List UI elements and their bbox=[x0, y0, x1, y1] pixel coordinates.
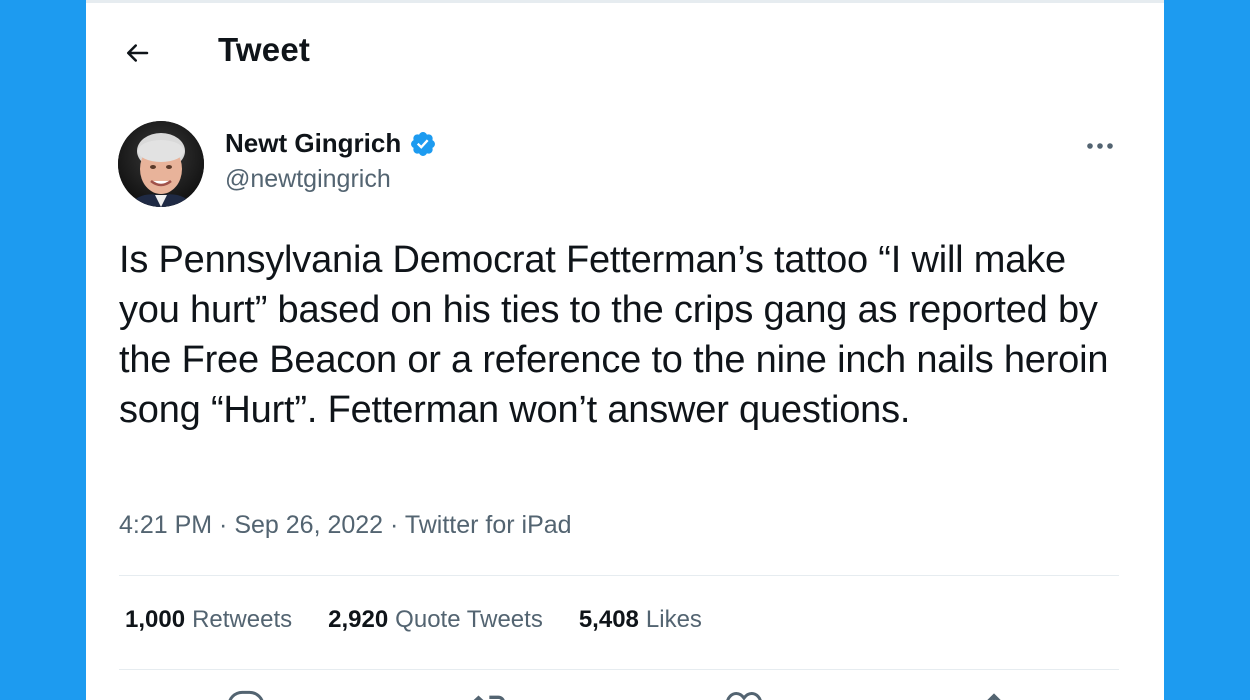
tweet-time[interactable]: 4:21 PM bbox=[119, 511, 212, 539]
tweet-date[interactable]: Sep 26, 2022 bbox=[234, 511, 383, 539]
divider bbox=[119, 575, 1119, 576]
more-options-button[interactable] bbox=[1080, 131, 1120, 161]
avatar-photo bbox=[118, 121, 204, 207]
arrow-left-icon bbox=[127, 44, 149, 62]
meta-separator: · bbox=[212, 511, 235, 539]
share-icon bbox=[987, 693, 1001, 700]
retweets-count: 1,000 bbox=[125, 606, 186, 633]
verified-badge-icon bbox=[411, 131, 436, 156]
tweet-stats: 1,000 Retweets 2,920 Quote Tweets 5,408 Lik… bbox=[125, 606, 702, 634]
quote-tweets-count: 2,920 bbox=[328, 606, 389, 633]
tweet-header: Tweet bbox=[86, 3, 1164, 103]
like-icon bbox=[726, 692, 762, 700]
retweet-button[interactable] bbox=[471, 689, 511, 700]
author-handle[interactable]: @newtgingrich bbox=[225, 165, 391, 194]
retweets-stat[interactable]: 1,000 Retweets bbox=[125, 606, 292, 634]
reply-button[interactable] bbox=[226, 689, 266, 700]
action-bar bbox=[86, 689, 1164, 700]
quote-tweets-stat[interactable]: 2,920 Quote Tweets bbox=[328, 606, 543, 634]
author-name[interactable]: Newt Gingrich bbox=[225, 128, 401, 159]
back-button[interactable] bbox=[119, 35, 155, 71]
retweets-label: Retweets bbox=[192, 606, 293, 633]
author-row: Newt Gingrich bbox=[225, 128, 437, 159]
share-button[interactable] bbox=[974, 689, 1014, 700]
more-dots-icon bbox=[1087, 143, 1113, 149]
meta-separator: · bbox=[383, 511, 405, 539]
quote-tweets-label: Quote Tweets bbox=[395, 606, 543, 633]
likes-label: Likes bbox=[645, 606, 702, 633]
tweet-text: Is Pennsylvania Democrat Fetterman’s tat… bbox=[119, 239, 1109, 431]
tweet-meta: 4:21 PM · Sep 26, 2022 · Twitter for iPa… bbox=[119, 511, 572, 540]
likes-stat[interactable]: 5,408 Likes bbox=[579, 606, 702, 634]
likes-count: 5,408 bbox=[578, 606, 639, 633]
like-button[interactable] bbox=[724, 689, 764, 700]
tweet-source[interactable]: Twitter for iPad bbox=[405, 511, 572, 539]
avatar[interactable] bbox=[118, 121, 204, 207]
tweet-card: Tweet Newt Gingrich @newtgingrich Is Pen… bbox=[86, 0, 1164, 700]
divider bbox=[119, 669, 1119, 670]
retweet-icon bbox=[473, 695, 505, 700]
reply-icon bbox=[228, 690, 264, 700]
page-title: Tweet bbox=[218, 31, 311, 68]
